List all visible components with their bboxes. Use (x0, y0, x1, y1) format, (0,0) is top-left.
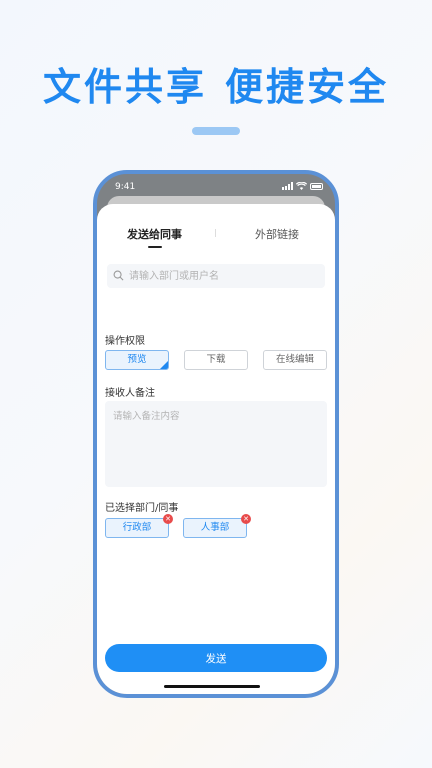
selected-chip: 人事部 ✕ (183, 514, 251, 538)
tab-divider (215, 229, 216, 237)
headline-part-1: 文件共享 (42, 65, 207, 109)
remark-textarea[interactable] (105, 401, 327, 487)
phone-mockup: 9:41 发送给同事 外部链接 操作权限 预览 下载 (93, 170, 339, 698)
permission-edit-online-button[interactable]: 在线编辑 (263, 350, 327, 370)
wifi-icon (296, 182, 307, 190)
tab-bar: 发送给同事 外部链接 (97, 226, 335, 256)
headline: 文件共享 便捷安全 (0, 56, 432, 111)
permission-preview-button[interactable]: 预览 (105, 350, 169, 370)
active-tab-indicator (148, 246, 162, 248)
home-indicator (164, 685, 260, 688)
send-button[interactable]: 发送 (105, 644, 327, 672)
accent-bar (192, 127, 240, 135)
remark-label: 接收人备注 (105, 388, 155, 399)
share-sheet: 发送给同事 外部链接 操作权限 预览 下载 在线编辑 接收人备注 已选择部门/同… (97, 204, 335, 694)
selected-chip-label: 行政部 (122, 522, 152, 533)
selected-chip-label: 人事部 (200, 522, 230, 533)
permissions-label: 操作权限 (105, 336, 145, 347)
search-input[interactable] (107, 264, 325, 288)
headline-part-2: 便捷安全 (225, 65, 390, 109)
search-icon (113, 270, 124, 281)
selected-label: 已选择部门/同事 (105, 503, 179, 514)
signal-icon (282, 182, 293, 190)
remove-icon[interactable]: ✕ (241, 514, 251, 524)
selected-chip: 行政部 ✕ (105, 514, 173, 538)
tab-send-to-colleague[interactable]: 发送给同事 (127, 226, 182, 242)
status-time: 9:41 (115, 182, 136, 192)
battery-icon (310, 183, 323, 190)
remove-icon[interactable]: ✕ (163, 514, 173, 524)
tab-external-link[interactable]: 外部链接 (255, 226, 299, 242)
permission-download-button[interactable]: 下载 (184, 350, 248, 370)
